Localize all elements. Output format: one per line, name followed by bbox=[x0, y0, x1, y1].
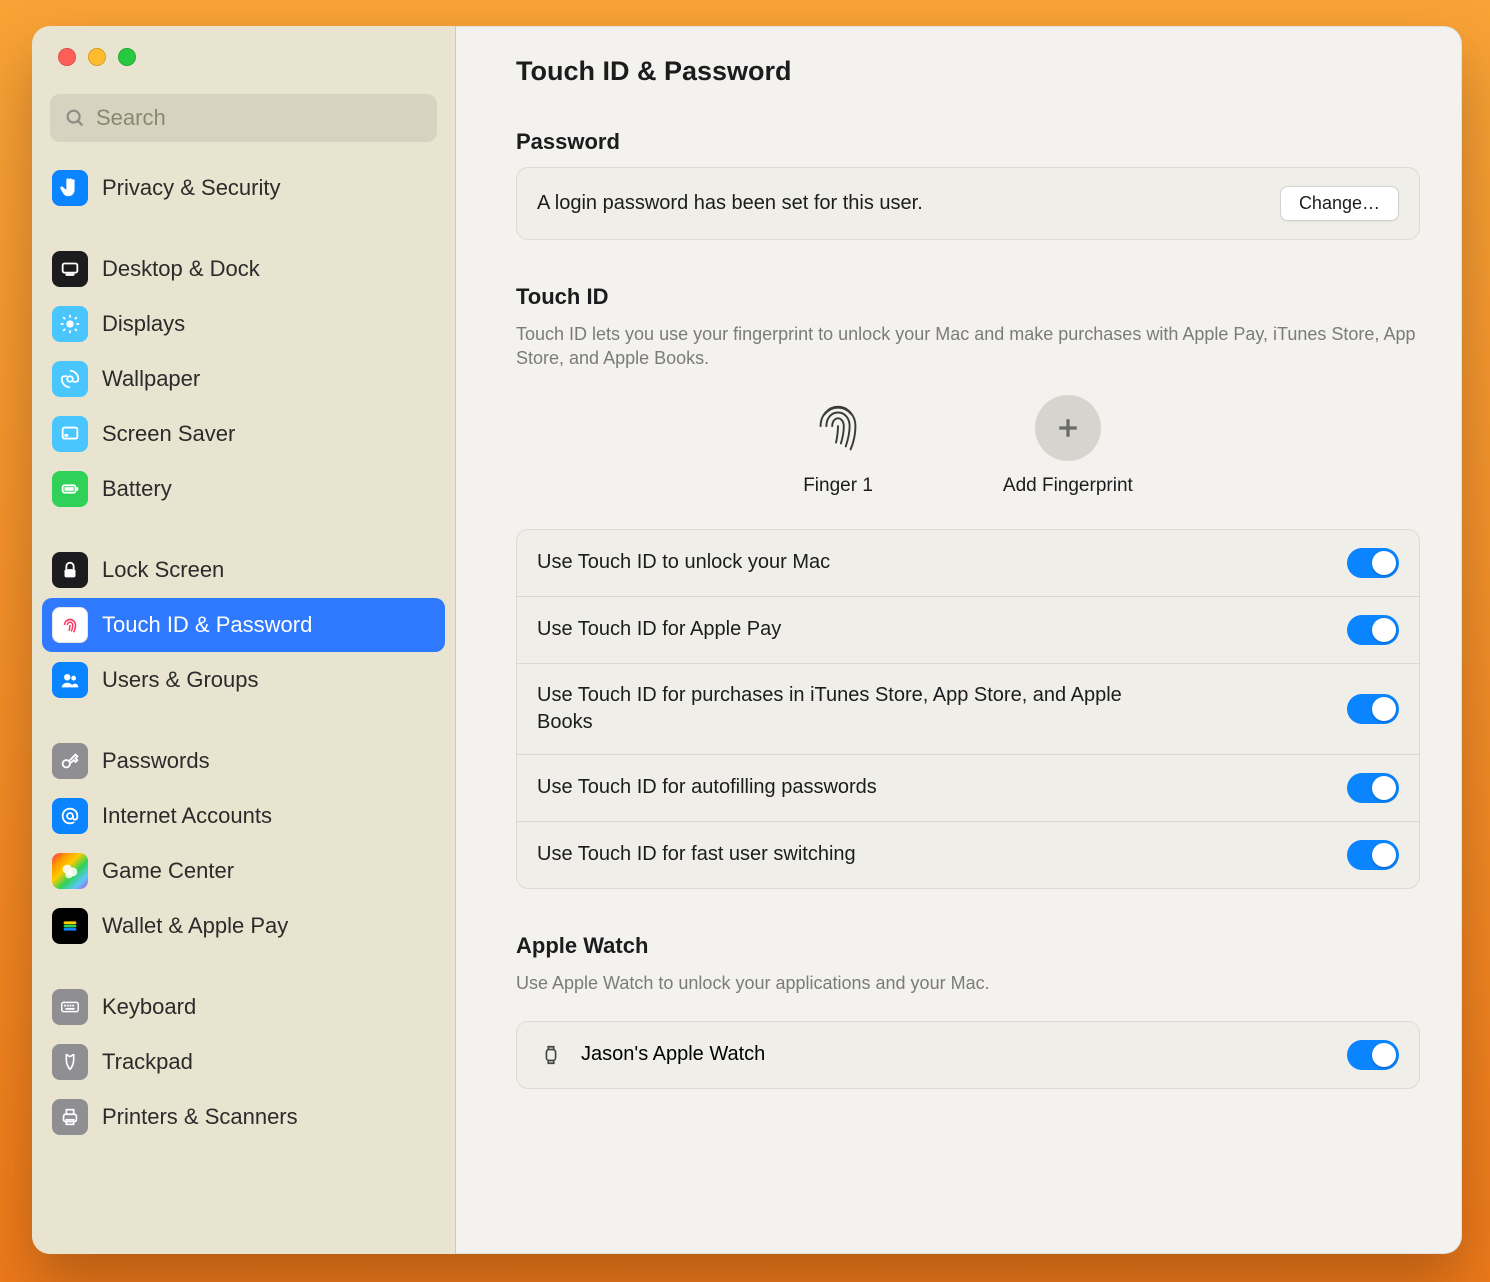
sidebar-item-game-center[interactable]: Game Center bbox=[42, 844, 445, 898]
sidebar-item-wallet-apple-pay[interactable]: Wallet & Apple Pay bbox=[42, 899, 445, 953]
sidebar-item-label: Passwords bbox=[102, 748, 210, 774]
touchid-purchases-toggle[interactable] bbox=[1347, 694, 1399, 724]
touchid-option-row: Use Touch ID to unlock your Mac bbox=[517, 530, 1419, 596]
sidebar-item-privacy-security[interactable]: Privacy & Security bbox=[42, 161, 445, 215]
password-panel: A login password has been set for this u… bbox=[516, 167, 1420, 240]
sidebar-item-label: Lock Screen bbox=[102, 557, 224, 583]
add-fingerprint-label: Add Fingerprint bbox=[1003, 475, 1133, 497]
close-window-button[interactable] bbox=[58, 48, 76, 66]
touchid-option-row: Use Touch ID for Apple Pay bbox=[517, 596, 1419, 663]
sidebar-item-displays[interactable]: Displays bbox=[42, 297, 445, 351]
applewatch-section-title: Apple Watch bbox=[516, 933, 1420, 959]
sidebar-item-label: Wallpaper bbox=[102, 366, 200, 392]
touchid-option-row: Use Touch ID for autofilling passwords bbox=[517, 754, 1419, 821]
sidebar-item-label: Desktop & Dock bbox=[102, 256, 260, 282]
applewatch-device-name: Jason's Apple Watch bbox=[581, 1043, 1331, 1066]
sidebar-item-label: Trackpad bbox=[102, 1049, 193, 1075]
fingerprint-icon bbox=[805, 395, 871, 461]
sidebar-item-siri-spotlight[interactable]: Siri & Spotlight bbox=[42, 154, 445, 160]
settings-window: Siri & Spotlight Privacy & Security Desk… bbox=[32, 26, 1462, 1254]
fingerprint-icon bbox=[52, 607, 88, 643]
fingerprint-area: Finger 1 Add Fingerprint bbox=[516, 371, 1420, 529]
search-icon bbox=[64, 107, 86, 129]
screensaver-icon bbox=[52, 416, 88, 452]
wallpaper-icon bbox=[52, 361, 88, 397]
dock-icon bbox=[52, 251, 88, 287]
sidebar-item-users-groups[interactable]: Users & Groups bbox=[42, 653, 445, 707]
window-controls bbox=[32, 26, 455, 76]
password-section-title: Password bbox=[516, 129, 1420, 155]
touchid-autofill-toggle[interactable] bbox=[1347, 773, 1399, 803]
users-icon bbox=[52, 662, 88, 698]
gamecenter-icon bbox=[52, 853, 88, 889]
sidebar-item-label: Touch ID & Password bbox=[102, 612, 312, 638]
sidebar-item-printers-scanners[interactable]: Printers & Scanners bbox=[42, 1090, 445, 1144]
sidebar-item-touch-id-password[interactable]: Touch ID & Password bbox=[42, 598, 445, 652]
touchid-options-panel: Use Touch ID to unlock your Mac Use Touc… bbox=[516, 529, 1420, 889]
maximize-window-button[interactable] bbox=[118, 48, 136, 66]
add-fingerprint-button[interactable]: Add Fingerprint bbox=[1003, 395, 1133, 497]
sidebar-item-keyboard[interactable]: Keyboard bbox=[42, 980, 445, 1034]
sidebar-item-label: Battery bbox=[102, 476, 172, 502]
sidebar-item-label: Printers & Scanners bbox=[102, 1104, 298, 1130]
fingerprint-item[interactable]: Finger 1 bbox=[803, 395, 873, 497]
sidebar-item-passwords[interactable]: Passwords bbox=[42, 734, 445, 788]
search-field-wrapper[interactable] bbox=[50, 94, 437, 142]
touchid-option-label: Use Touch ID for purchases in iTunes Sto… bbox=[537, 682, 1177, 736]
key-icon bbox=[52, 743, 88, 779]
at-icon bbox=[52, 798, 88, 834]
sidebar-item-lock-screen[interactable]: Lock Screen bbox=[42, 543, 445, 597]
sidebar-item-desktop-dock[interactable]: Desktop & Dock bbox=[42, 242, 445, 296]
plus-icon bbox=[1035, 395, 1101, 461]
search-input[interactable] bbox=[96, 105, 423, 131]
fingerprint-label: Finger 1 bbox=[803, 475, 873, 497]
touchid-option-label: Use Touch ID to unlock your Mac bbox=[537, 549, 830, 576]
sidebar-item-screen-saver[interactable]: Screen Saver bbox=[42, 407, 445, 461]
sidebar-item-label: Users & Groups bbox=[102, 667, 259, 693]
wallet-icon bbox=[52, 908, 88, 944]
change-password-button[interactable]: Change… bbox=[1280, 186, 1399, 221]
touchid-fastuser-toggle[interactable] bbox=[1347, 840, 1399, 870]
lock-icon bbox=[52, 552, 88, 588]
page-title: Touch ID & Password bbox=[516, 56, 1420, 87]
password-status-text: A login password has been set for this u… bbox=[537, 190, 923, 217]
printer-icon bbox=[52, 1099, 88, 1135]
touchid-option-label: Use Touch ID for Apple Pay bbox=[537, 616, 781, 643]
keyboard-icon bbox=[52, 989, 88, 1025]
sidebar-item-battery[interactable]: Battery bbox=[42, 462, 445, 516]
apple-watch-icon bbox=[537, 1042, 565, 1068]
applewatch-panel: Jason's Apple Watch bbox=[516, 1021, 1420, 1089]
applewatch-unlock-toggle[interactable] bbox=[1347, 1040, 1399, 1070]
sidebar-item-label: Game Center bbox=[102, 858, 234, 884]
content-area: Touch ID & Password Password A login pas… bbox=[456, 26, 1462, 1254]
sidebar-item-label: Wallet & Apple Pay bbox=[102, 913, 288, 939]
touchid-unlock-toggle[interactable] bbox=[1347, 548, 1399, 578]
touchid-applepay-toggle[interactable] bbox=[1347, 615, 1399, 645]
sidebar-item-label: Privacy & Security bbox=[102, 175, 281, 201]
touchid-option-label: Use Touch ID for fast user switching bbox=[537, 841, 856, 868]
sidebar-item-wallpaper[interactable]: Wallpaper bbox=[42, 352, 445, 406]
sidebar: Siri & Spotlight Privacy & Security Desk… bbox=[32, 26, 456, 1254]
battery-icon bbox=[52, 471, 88, 507]
hand-icon bbox=[52, 170, 88, 206]
applewatch-row: Jason's Apple Watch bbox=[517, 1022, 1419, 1088]
touchid-option-label: Use Touch ID for autofilling passwords bbox=[537, 774, 877, 801]
sidebar-item-internet-accounts[interactable]: Internet Accounts bbox=[42, 789, 445, 843]
minimize-window-button[interactable] bbox=[88, 48, 106, 66]
touchid-option-row: Use Touch ID for purchases in iTunes Sto… bbox=[517, 663, 1419, 754]
sidebar-item-label: Displays bbox=[102, 311, 185, 337]
applewatch-section-desc: Use Apple Watch to unlock your applicati… bbox=[516, 971, 1420, 995]
sidebar-item-label: Keyboard bbox=[102, 994, 196, 1020]
trackpad-icon bbox=[52, 1044, 88, 1080]
touchid-section-title: Touch ID bbox=[516, 284, 1420, 310]
sidebar-item-label: Screen Saver bbox=[102, 421, 235, 447]
sidebar-item-trackpad[interactable]: Trackpad bbox=[42, 1035, 445, 1089]
brightness-icon bbox=[52, 306, 88, 342]
touchid-option-row: Use Touch ID for fast user switching bbox=[517, 821, 1419, 888]
sidebar-scroll[interactable]: Siri & Spotlight Privacy & Security Desk… bbox=[32, 154, 455, 1254]
sidebar-item-label: Internet Accounts bbox=[102, 803, 272, 829]
touchid-section-desc: Touch ID lets you use your fingerprint t… bbox=[516, 322, 1420, 371]
